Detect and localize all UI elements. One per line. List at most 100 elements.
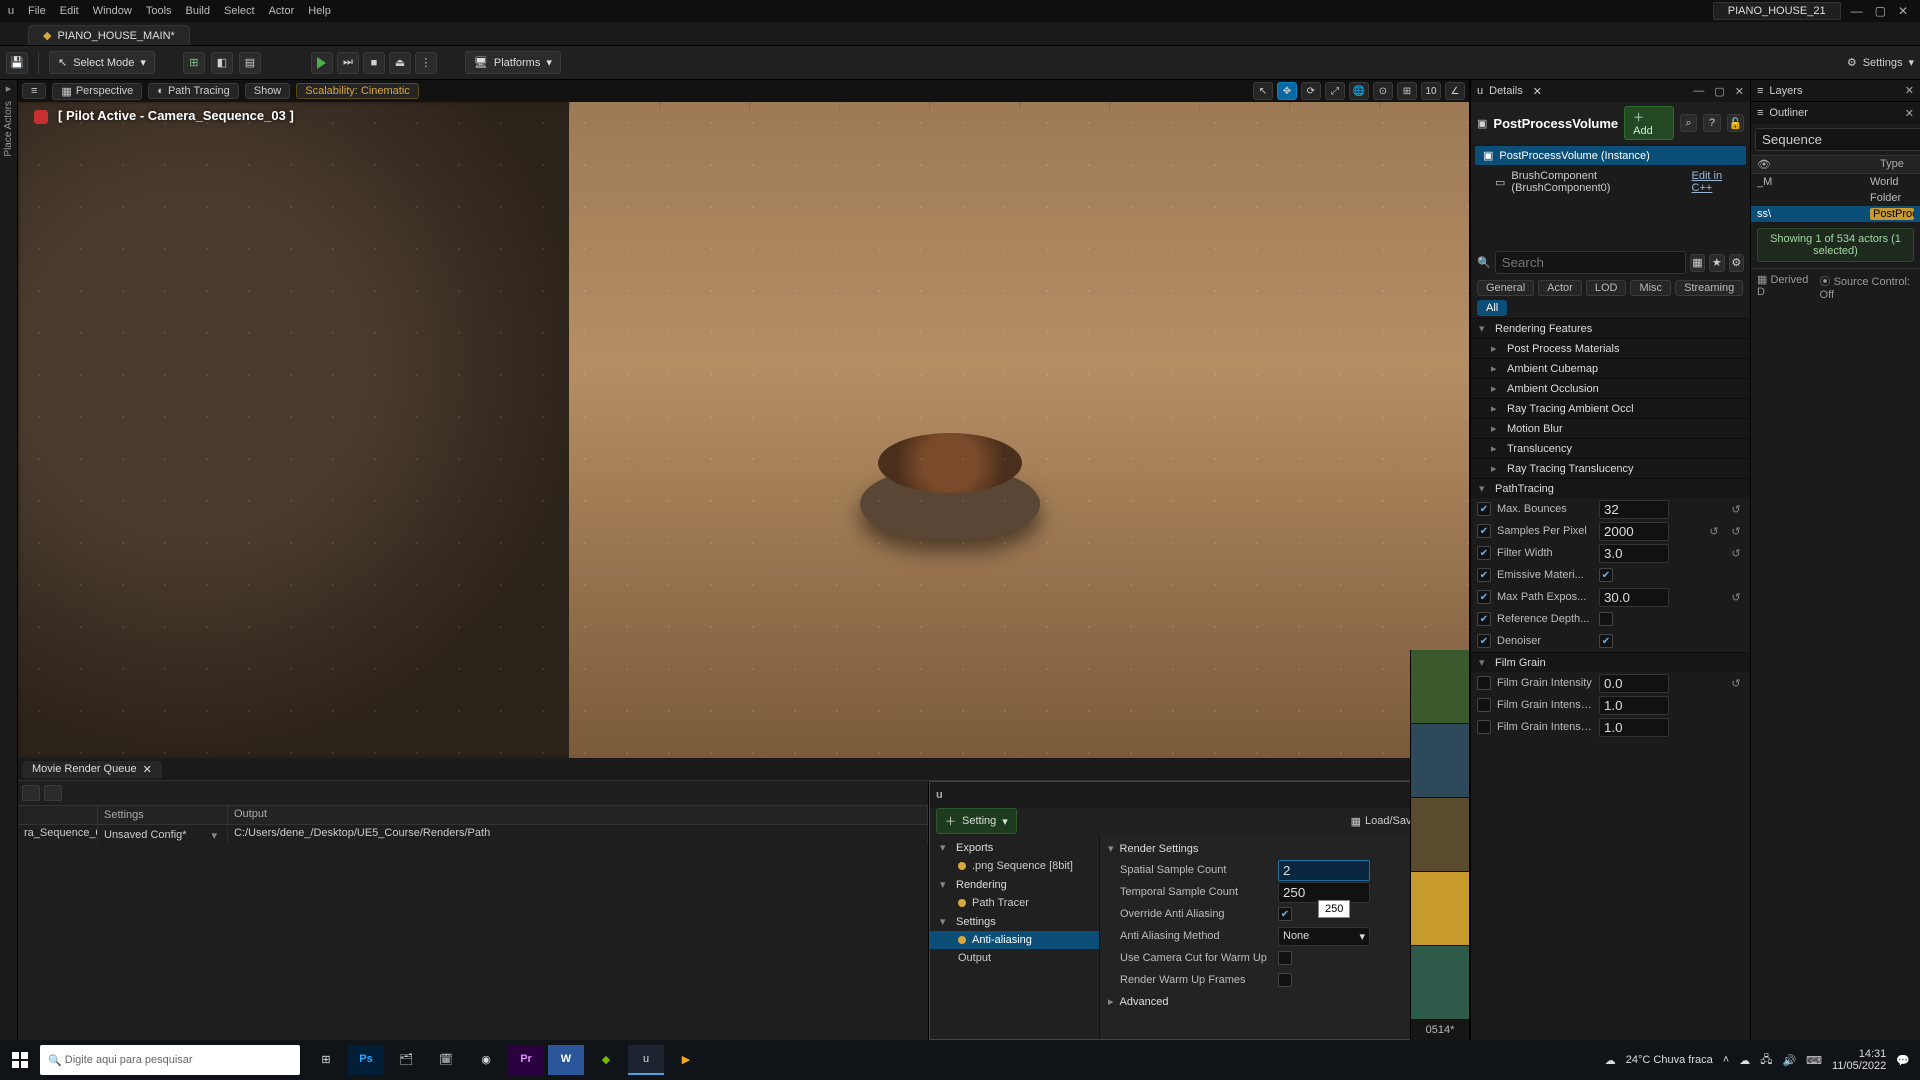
reset-icon[interactable]: ↺ (1728, 677, 1744, 690)
place-actors-strip[interactable]: ▸ Place Actors (0, 80, 18, 1040)
menu-select[interactable]: Select (224, 5, 255, 17)
render-settings-section[interactable]: ▾Render Settings (1106, 838, 1462, 859)
close-icon[interactable]: ✕ (143, 763, 152, 776)
chrome-icon[interactable]: ◉ (468, 1045, 504, 1075)
details-search-input[interactable] (1495, 251, 1686, 274)
onedrive-icon[interactable]: ☁ (1739, 1054, 1750, 1067)
outliner-row[interactable]: _MWorld (1751, 174, 1920, 190)
media-icon[interactable]: ▶ (668, 1045, 704, 1075)
max-bounces-input[interactable] (1599, 500, 1669, 519)
translate-tool[interactable]: ✥ (1277, 82, 1297, 100)
details-tab[interactable]: Details (1489, 85, 1523, 97)
sec-ambient-occlusion[interactable]: ▸Ambient Occlusion (1471, 378, 1750, 398)
camera-cut-checkbox[interactable] (1278, 951, 1292, 965)
sec-rendering-features[interactable]: ▾Rendering Features (1471, 318, 1750, 338)
play-options-button[interactable]: ⋮ (415, 52, 437, 74)
world-local-toggle[interactable]: 🌐 (1349, 82, 1369, 100)
menu-tools[interactable]: Tools (146, 5, 172, 17)
unreal-icon[interactable]: u (628, 1045, 664, 1075)
fg3-input[interactable] (1599, 718, 1669, 737)
network-icon[interactable]: 🖧 (1760, 1051, 1772, 1070)
cat-lod[interactable]: LOD (1586, 280, 1627, 296)
outliner-tab[interactable]: Outliner (1769, 107, 1808, 119)
stop-button[interactable]: ■ (363, 52, 385, 74)
override-checkbox[interactable] (1477, 568, 1491, 582)
render-remove-button[interactable] (44, 785, 62, 801)
fg2-input[interactable] (1599, 696, 1669, 715)
override-checkbox[interactable] (1477, 634, 1491, 648)
volume-icon[interactable]: 🔊 (1782, 1054, 1796, 1067)
taskview-icon[interactable]: ⊞ (308, 1045, 344, 1075)
derived-data-label[interactable]: ▦ Derived D (1757, 273, 1812, 301)
scale-tool[interactable]: ⤢ (1325, 82, 1345, 100)
cat-misc[interactable]: Misc (1630, 280, 1671, 296)
maximize-button[interactable]: ▢ (1875, 4, 1886, 18)
advanced-section[interactable]: ▸Advanced (1106, 991, 1462, 1012)
clock[interactable]: 14:31 11/05/2022 (1832, 1048, 1886, 1072)
menu-file[interactable]: File (28, 5, 46, 17)
language-icon[interactable]: ⌨ (1806, 1054, 1822, 1067)
weather-text[interactable]: 24°C Chuva fraca (1626, 1054, 1713, 1066)
filter-width-input[interactable] (1599, 544, 1669, 563)
settings-label[interactable]: Settings (1863, 57, 1903, 69)
premiere-icon[interactable]: Pr (508, 1045, 544, 1075)
sec-film-grain[interactable]: ▾Film Grain (1471, 652, 1750, 672)
angle-snap-toggle[interactable]: ∠ (1445, 82, 1465, 100)
property-matrix-icon[interactable]: ▦ (1690, 254, 1705, 272)
sec-translucency[interactable]: ▸Translucency (1471, 438, 1750, 458)
cinematics-button[interactable]: ▤ (239, 52, 261, 74)
close-icon[interactable]: ✕ (1905, 107, 1914, 120)
aa-method-dropdown[interactable]: None▾ (1278, 927, 1370, 946)
warmup-checkbox[interactable] (1278, 973, 1292, 987)
favorites-icon[interactable]: ★ (1709, 254, 1724, 272)
override-checkbox[interactable] (1477, 676, 1491, 690)
menu-build[interactable]: Build (186, 5, 210, 17)
reset-icon[interactable]: ↺ (1706, 525, 1722, 538)
pathtracing-dropdown[interactable]: ◐Path Tracing (148, 83, 238, 99)
close-icon[interactable]: ✕ (1905, 84, 1914, 97)
track-5[interactable] (1411, 946, 1469, 1020)
refdepth-checkbox[interactable] (1599, 612, 1613, 626)
sec-ambient-cubemap[interactable]: ▸Ambient Cubemap (1471, 358, 1750, 378)
cat-general[interactable]: General (1477, 280, 1534, 296)
add-setting-button[interactable]: ＋ Setting ▾ (936, 808, 1017, 834)
start-button[interactable] (0, 1040, 40, 1080)
save-button[interactable]: 💾 (6, 52, 28, 74)
add-component-button[interactable]: ＋ Add (1624, 106, 1674, 140)
add-content-button[interactable]: ⊞ (183, 52, 205, 74)
reset-icon[interactable]: ↺ (1728, 591, 1744, 604)
spp-input[interactable] (1599, 522, 1669, 541)
override-aa-checkbox[interactable] (1278, 907, 1292, 921)
calendar-icon[interactable]: 🗓 (428, 1045, 464, 1075)
reset-icon[interactable]: ↺ (1728, 547, 1744, 560)
cat-all[interactable]: All (1477, 300, 1507, 316)
source-control-label[interactable]: ⦿ Source Control: Off (1820, 273, 1914, 301)
component-row[interactable]: ▭ BrushComponent (BrushComponent0) Edit … (1471, 167, 1750, 197)
track-1[interactable] (1411, 650, 1469, 724)
details-minimize[interactable]: — (1693, 85, 1704, 98)
track-4[interactable] (1411, 872, 1469, 946)
pilot-stop-icon[interactable] (34, 110, 48, 124)
browse-button[interactable]: ⌕ (1680, 114, 1697, 132)
render-add-button[interactable] (22, 785, 40, 801)
rotate-tool[interactable]: ⟳ (1301, 82, 1321, 100)
play-button[interactable] (311, 52, 333, 74)
outliner-row-selected[interactable]: ss\PostProc (1751, 206, 1920, 222)
tree-settings[interactable]: ▾Settings (930, 912, 1099, 931)
override-checkbox[interactable] (1477, 590, 1491, 604)
cat-streaming[interactable]: Streaming (1675, 280, 1743, 296)
sec-ray-tracing-ao[interactable]: ▸Ray Tracing Ambient Occl (1471, 398, 1750, 418)
details-maximize[interactable]: ▢ (1714, 85, 1724, 98)
explorer-icon[interactable]: 🗂 (388, 1045, 424, 1075)
outliner-search-input[interactable] (1755, 128, 1920, 151)
eject-button[interactable]: ⏏ (389, 52, 411, 74)
grid-size[interactable]: 10 (1421, 82, 1441, 100)
surface-snap-toggle[interactable]: ⊙ (1373, 82, 1393, 100)
tree-path-tracer[interactable]: Path Tracer (930, 894, 1099, 912)
sec-ray-tracing-translucency[interactable]: ▸Ray Tracing Translucency (1471, 458, 1750, 478)
close-icon[interactable]: ✕ (1533, 85, 1542, 98)
menu-edit[interactable]: Edit (60, 5, 79, 17)
details-close[interactable]: ✕ (1735, 85, 1744, 98)
tree-exports[interactable]: ▾Exports (930, 838, 1099, 857)
tray-chevron-icon[interactable]: ˄ (1723, 1054, 1729, 1066)
